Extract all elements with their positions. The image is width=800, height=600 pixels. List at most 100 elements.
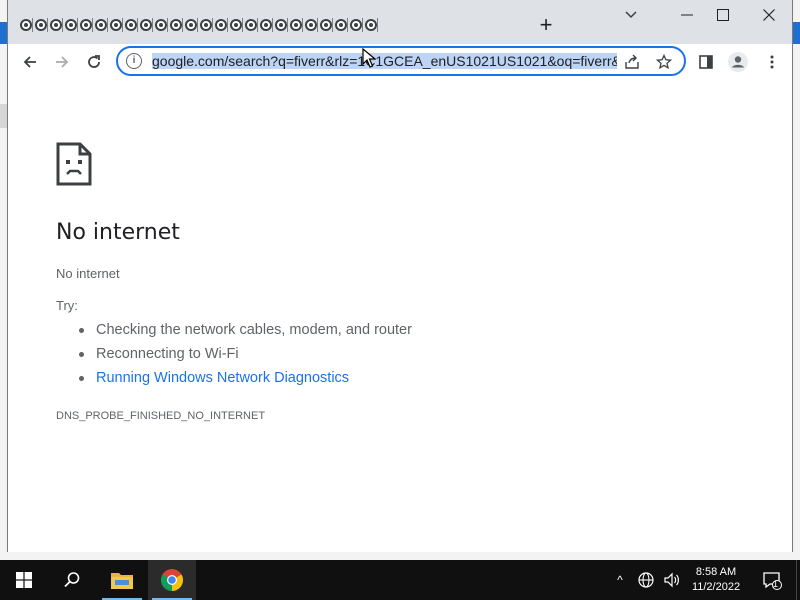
- browser-tab[interactable]: [18, 14, 33, 36]
- tab-favicon-icon: [169, 19, 182, 31]
- browser-tab[interactable]: [303, 14, 318, 36]
- taskbar-search-button[interactable]: [48, 560, 96, 600]
- network-icon: [638, 572, 654, 588]
- tab-favicon-icon: [94, 19, 107, 31]
- browser-tab[interactable]: [363, 14, 378, 36]
- browser-tab[interactable]: [138, 14, 153, 36]
- notification-count: 1: [773, 579, 779, 589]
- browser-tab[interactable]: [258, 14, 273, 36]
- file-explorer-button[interactable]: [98, 560, 146, 600]
- browser-tab[interactable]: [348, 14, 363, 36]
- browser-tab[interactable]: [33, 14, 48, 36]
- suggestion-item: Reconnecting to Wi-Fi: [79, 344, 412, 368]
- try-label: Try:: [56, 298, 78, 313]
- share-icon[interactable]: [622, 52, 642, 72]
- maximize-button[interactable]: [708, 4, 738, 26]
- title-bar: +: [8, 0, 792, 44]
- back-button[interactable]: [16, 48, 44, 76]
- network-diagnostics-link[interactable]: Running Windows Network Diagnostics: [79, 368, 412, 392]
- mouse-cursor-icon: [362, 48, 376, 68]
- browser-tab[interactable]: [318, 14, 333, 36]
- reload-icon: [88, 55, 100, 68]
- side-panel-button[interactable]: [692, 48, 720, 76]
- tab-favicon-icon: [319, 19, 332, 31]
- tab-favicon-icon: [34, 19, 47, 31]
- file-explorer-icon: [111, 573, 133, 589]
- browser-tab[interactable]: [213, 14, 228, 36]
- chrome-taskbar-button[interactable]: [148, 560, 196, 600]
- tab-favicon-icon: [49, 19, 62, 31]
- browser-tab[interactable]: [153, 14, 168, 36]
- clock[interactable]: 8:58 AM 11/2/2022: [686, 560, 746, 600]
- browser-tab[interactable]: [228, 14, 243, 36]
- error-heading: No internet: [56, 220, 180, 245]
- menu-icon: [770, 55, 774, 69]
- forward-icon: [56, 56, 69, 68]
- tab-favicon-icon: [334, 19, 347, 31]
- info-icon[interactable]: i: [126, 53, 142, 69]
- address-bar[interactable]: i google.com/search?q=fiverr&rlz=1C1GCEA…: [116, 46, 686, 76]
- tab-favicon-icon: [244, 19, 257, 31]
- browser-tab[interactable]: [183, 14, 198, 36]
- forward-button[interactable]: [48, 48, 76, 76]
- profile-icon: [728, 52, 748, 72]
- browser-toolbar: i google.com/search?q=fiverr&rlz=1C1GCEA…: [8, 44, 792, 80]
- chrome-icon: [161, 569, 183, 591]
- tab-favicon-icon: [184, 19, 197, 31]
- minimize-button[interactable]: [672, 4, 702, 26]
- clock-time: 8:58 AM: [695, 566, 737, 578]
- browser-tab[interactable]: [78, 14, 93, 36]
- desktop-window-edge: [792, 22, 800, 44]
- side-panel-icon: [699, 55, 713, 69]
- windows-start-icon: [16, 572, 32, 588]
- menu-button[interactable]: [758, 48, 786, 76]
- volume-icon: [664, 572, 679, 588]
- browser-tab[interactable]: [198, 14, 213, 36]
- suggestion-list: Checking the network cables, modem, and …: [79, 320, 412, 392]
- tab-favicon-icon: [139, 19, 152, 31]
- tab-favicon-icon: [79, 19, 92, 31]
- tab-search-button[interactable]: [616, 4, 646, 26]
- tab-favicon-icon: [274, 19, 287, 31]
- tab-strip: [18, 14, 378, 38]
- browser-tab[interactable]: [63, 14, 78, 36]
- notification-button[interactable]: 1: [752, 560, 792, 600]
- browser-tab[interactable]: [273, 14, 288, 36]
- close-button[interactable]: [754, 4, 784, 26]
- browser-tab[interactable]: [93, 14, 108, 36]
- url-selection: google.com/search?q=fiverr&rlz=1C1GCEA_e…: [152, 53, 617, 69]
- reload-button[interactable]: [80, 48, 108, 76]
- browser-tab[interactable]: [288, 14, 303, 36]
- sad-page-icon: [56, 142, 92, 186]
- tab-favicon-icon: [259, 19, 272, 31]
- new-tab-button[interactable]: +: [534, 14, 558, 38]
- browser-tab[interactable]: [48, 14, 63, 36]
- tab-favicon-icon: [199, 19, 212, 31]
- network-button[interactable]: [634, 560, 658, 600]
- back-icon: [23, 56, 36, 68]
- volume-button[interactable]: [660, 560, 684, 600]
- browser-tab[interactable]: [108, 14, 123, 36]
- tab-favicon-icon: [349, 19, 362, 31]
- notification-icon: [763, 572, 782, 590]
- tab-favicon-icon: [124, 19, 137, 31]
- star-icon[interactable]: [654, 52, 674, 72]
- tab-favicon-icon: [214, 19, 227, 31]
- browser-tab[interactable]: [333, 14, 348, 36]
- error-code: DNS_PROBE_FINISHED_NO_INTERNET: [56, 410, 266, 422]
- tab-favicon-icon: [289, 19, 302, 31]
- profile-button[interactable]: [724, 48, 752, 76]
- start-button[interactable]: [0, 560, 48, 600]
- clock-date: 11/2/2022: [691, 581, 741, 593]
- tab-favicon-icon: [154, 19, 167, 31]
- taskbar: ^ 8:58 AM 11/2/2022 1: [0, 560, 800, 600]
- url-text[interactable]: google.com/search?q=fiverr&rlz=1C1GCEA_e…: [152, 53, 617, 71]
- tray-overflow-button[interactable]: ^: [610, 560, 630, 600]
- browser-tab[interactable]: [168, 14, 183, 36]
- show-desktop-button[interactable]: [796, 560, 800, 600]
- search-icon: [64, 572, 80, 588]
- browser-tab[interactable]: [123, 14, 138, 36]
- browser-tab[interactable]: [243, 14, 258, 36]
- error-subtext: No internet: [56, 266, 120, 281]
- tab-favicon-icon: [229, 19, 242, 31]
